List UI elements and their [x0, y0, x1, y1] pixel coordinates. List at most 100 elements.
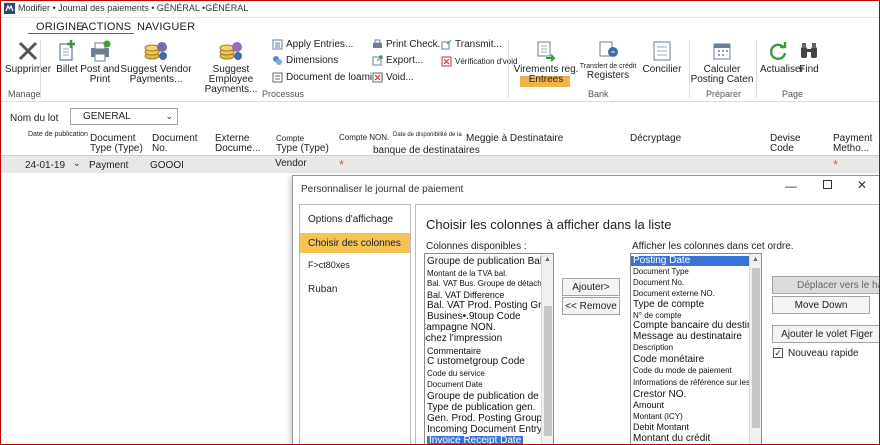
- tab-actions[interactable]: ACTIONS: [81, 21, 131, 33]
- nav-factboxes[interactable]: F>ct80xes: [300, 255, 410, 275]
- list-item[interactable]: Informations de référence sur les paieme…: [633, 378, 761, 388]
- col-header-account-no[interactable]: Compte NON.: [339, 133, 389, 143]
- list-item[interactable]: Groupe de publication de la génération B…: [427, 392, 553, 402]
- post-and-print-button[interactable]: Post and Print: [80, 40, 120, 85]
- table-row[interactable]: [0, 156, 880, 173]
- list-item[interactable]: Document Date: [427, 380, 483, 390]
- col-header-payment-method[interactable]: Payment Metho...: [833, 134, 872, 154]
- calculer-posting-date-button[interactable]: Calculer Posting Caten: [690, 40, 754, 85]
- document-loaming-button[interactable]: Document de loaming: [272, 72, 383, 83]
- scroll-thumb[interactable]: [544, 306, 552, 436]
- scroll-up-icon[interactable]: ▲: [544, 256, 551, 263]
- available-columns-list[interactable]: Groupe de publication Bal. Gen. Prod. Mo…: [424, 253, 554, 445]
- available-list-scrollbar[interactable]: ▲: [541, 254, 553, 445]
- export-icon: [372, 55, 383, 66]
- col-header-currency[interactable]: Devise Code: [770, 134, 801, 154]
- virements-reg-entrees-button[interactable]: Virements reg. Entrees: [512, 40, 580, 85]
- list-item[interactable]: Message au destinataire: [633, 332, 742, 342]
- list-item[interactable]: Compte bancaire du destinataire: [633, 321, 761, 331]
- col-header-doc-no[interactable]: Document No.: [152, 134, 198, 154]
- required-field-icon: *: [339, 157, 345, 172]
- close-icon[interactable]: ✕: [857, 178, 867, 192]
- list-item[interactable]: C ustometgroup Code: [427, 357, 525, 367]
- move-down-button[interactable]: Move Down: [772, 296, 870, 314]
- list-item[interactable]: Cochez l'impression: [425, 334, 502, 344]
- list-item[interactable]: Crestor NO.: [633, 390, 686, 400]
- list-item[interactable]: Campagne NON.: [425, 323, 496, 333]
- transfert-credit-registers-button[interactable]: Transfert de crédit Registers: [578, 40, 638, 81]
- quick-new-checkbox[interactable]: ✓: [773, 348, 783, 358]
- remove-column-button[interactable]: << Remove: [562, 297, 620, 315]
- void-label: Void...: [386, 72, 414, 83]
- chevron-down-icon[interactable]: ⌄: [73, 158, 81, 169]
- list-item[interactable]: Groupe de publication Bal. Gen. Prod.: [427, 257, 553, 267]
- list-item-selected[interactable]: Posting Date: [631, 256, 749, 266]
- title-bar: Modifier • Journal des paiements • GÉNÉR…: [0, 0, 880, 18]
- list-item-selected[interactable]: Invoice Receipt Date: [427, 436, 524, 445]
- group-separator: [756, 40, 757, 98]
- refresh-button[interactable]: Actualiser: [760, 40, 804, 75]
- col-header-doc-type[interactable]: Document Type (Type): [90, 134, 143, 154]
- list-item[interactable]: Bal. VAT Prod. Posting Group: [427, 301, 553, 311]
- maximize-icon[interactable]: [823, 180, 832, 189]
- list-item[interactable]: Type de publication gen.: [427, 403, 535, 413]
- list-item[interactable]: Montant (ICY): [633, 412, 683, 422]
- row-account-type[interactable]: Vendor: [275, 158, 307, 169]
- nav-display-options[interactable]: Options d'affichage: [300, 209, 410, 229]
- col-header-posting-date[interactable]: Date de publication: [28, 131, 88, 139]
- concilier-button[interactable]: Concilier: [640, 40, 684, 75]
- row-posting-date[interactable]: 24-01-19: [25, 160, 65, 171]
- list-item[interactable]: Document No.: [633, 278, 684, 288]
- add-freeze-pane-button[interactable]: Ajouter le volet Figer: [772, 325, 880, 343]
- list-item[interactable]: Montant de la TVA bal.: [427, 269, 507, 279]
- minimize-icon[interactable]: —: [785, 179, 797, 193]
- move-up-button[interactable]: Déplacer vers le haut: [772, 276, 880, 294]
- list-item[interactable]: Type de compte: [633, 300, 704, 310]
- nav-ribbon[interactable]: Ruban: [300, 279, 410, 299]
- add-column-button[interactable]: Ajouter>: [562, 278, 620, 296]
- nav-choose-columns[interactable]: Choisir des colonnes: [300, 233, 410, 253]
- col-header-message-recipient[interactable]: Meggie à Destinataire: [466, 134, 563, 144]
- list-item[interactable]: Debit Montant: [633, 422, 689, 432]
- tab-origine[interactable]: ORIGINE: [36, 21, 84, 33]
- row-doc-type[interactable]: Payment: [89, 160, 128, 171]
- list-item[interactable]: Document externe NO.: [633, 289, 715, 299]
- export-button[interactable]: Export...: [372, 55, 423, 66]
- suggest-vendor-payments-button[interactable]: Suggest Vendor Payments...: [120, 40, 192, 85]
- print-check-button[interactable]: Print Check...: [372, 39, 446, 50]
- list-item[interactable]: Code du service: [427, 369, 485, 379]
- list-item[interactable]: Montant du crédit: [633, 434, 710, 444]
- void-button[interactable]: Void...: [372, 72, 414, 83]
- list-item[interactable]: Code monétaire: [633, 355, 704, 365]
- shown-columns-list[interactable]: Posting Date Document Type Document No. …: [630, 253, 762, 445]
- list-item[interactable]: Busines•.9toup Code: [427, 312, 521, 322]
- list-item[interactable]: Gen. Prod. Posting Group: [427, 414, 542, 424]
- find-button[interactable]: Find: [796, 40, 822, 75]
- col-header-bank-availability[interactable]: Date de disponibilité de la: [393, 131, 462, 139]
- transmit-button[interactable]: Transmit...: [441, 39, 502, 50]
- scroll-thumb[interactable]: [752, 268, 760, 428]
- dimensions-label: Dimensions: [286, 55, 339, 66]
- verification-void-button[interactable]: Vérification d'void: [441, 56, 517, 67]
- shown-list-scrollbar[interactable]: ▲: [749, 254, 761, 445]
- scroll-up-icon[interactable]: ▲: [752, 256, 759, 263]
- dimensions-button[interactable]: Dimensions: [272, 55, 338, 66]
- row-doc-no[interactable]: GOOOI: [150, 160, 184, 171]
- batch-name-select[interactable]: GENERAL ⌄: [70, 108, 178, 125]
- list-item[interactable]: Bal. VAT Difference: [427, 290, 504, 300]
- apply-entries-button[interactable]: Apply Entries...: [272, 39, 353, 50]
- delete-button[interactable]: Supprimer: [4, 40, 52, 75]
- list-item[interactable]: Description: [633, 343, 673, 353]
- suggest-employee-payments-button[interactable]: Suggest Employee Payments...: [192, 40, 270, 95]
- list-item[interactable]: Commentaire: [427, 346, 481, 356]
- col-header-external-doc[interactable]: Externe Docume...: [215, 134, 261, 154]
- col-header-description[interactable]: Décryptage: [630, 134, 681, 144]
- tab-naviguer[interactable]: NAVIGUER: [137, 21, 195, 33]
- list-item[interactable]: Incoming Document Entry No: [427, 425, 553, 435]
- col-header-account-type[interactable]: Compte Type (Type): [276, 134, 329, 154]
- billet-button[interactable]: Billet: [54, 40, 80, 75]
- list-item[interactable]: Code du mode de paiement: [633, 366, 732, 376]
- list-item[interactable]: Document Type: [633, 267, 689, 277]
- list-item[interactable]: Bal. VAT Bus. Groupe de détachement: [427, 279, 553, 289]
- list-item[interactable]: Amount: [633, 400, 664, 410]
